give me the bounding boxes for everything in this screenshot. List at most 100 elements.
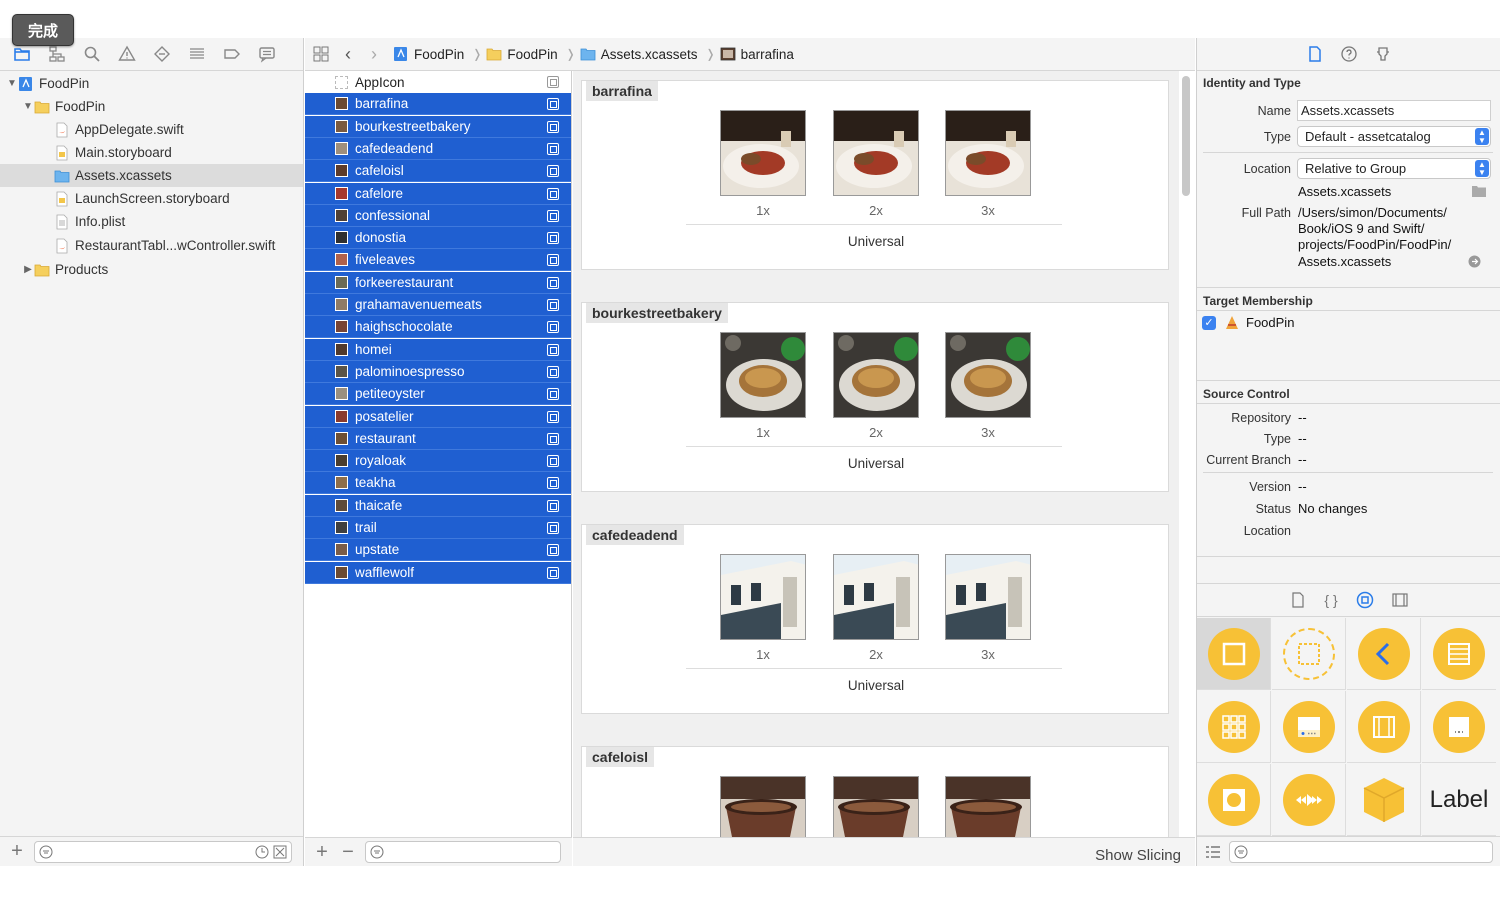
location-select[interactable]: Relative to Group ▲ ▼ xyxy=(1297,158,1491,179)
asset-list-item[interactable]: fiveleaves xyxy=(305,249,571,272)
related-items-icon[interactable] xyxy=(313,46,329,62)
asset-list-item[interactable]: posatelier xyxy=(305,405,571,428)
back-chevron-icon[interactable]: ‹ xyxy=(345,44,351,65)
asset-list-item[interactable]: haighschocolate xyxy=(305,316,571,339)
symbol-navigator-icon[interactable] xyxy=(47,44,67,64)
object-cube[interactable] xyxy=(1347,764,1421,836)
disclosure-open-icon[interactable]: ▼ xyxy=(22,101,34,112)
type-select[interactable]: Default - assetcatalog ▲ ▼ xyxy=(1297,126,1491,147)
reveal-arrow-icon[interactable] xyxy=(1468,255,1481,268)
asset-list-item[interactable]: homei xyxy=(305,338,571,361)
folder-reveal-icon[interactable] xyxy=(1471,184,1487,198)
tree-row-file[interactable]: RestaurantTabl...wController.swift xyxy=(0,234,303,257)
image-slot-2x[interactable] xyxy=(833,110,919,196)
tree-row-file[interactable]: LaunchScreen.storyboard xyxy=(0,187,303,210)
add-asset-button[interactable]: + xyxy=(313,841,331,864)
asset-list-item[interactable]: AppIcon xyxy=(305,71,571,93)
tree-row-file[interactable]: AppDelegate.swift xyxy=(0,118,303,141)
asset-list-item[interactable]: wafflewolf xyxy=(305,561,571,584)
done-button[interactable]: 完成 xyxy=(12,14,74,46)
asset-list-item[interactable]: confessional xyxy=(305,204,571,227)
search-icon[interactable] xyxy=(82,44,102,64)
navigator-filter-input[interactable] xyxy=(34,840,292,863)
tree-row-file[interactable]: Main.storyboard xyxy=(0,141,303,164)
tree-row-assets-selected[interactable]: Assets.xcassets xyxy=(0,164,303,187)
tab-bar-controller-object[interactable] xyxy=(1272,691,1346,763)
asset-list-item[interactable]: bourkestreetbakery xyxy=(305,115,571,138)
warning-icon[interactable] xyxy=(117,44,137,64)
image-slot-2x[interactable] xyxy=(833,332,919,418)
asset-list-item[interactable]: donostia xyxy=(305,227,571,250)
image-slot-3x[interactable] xyxy=(945,776,1031,837)
page-view-controller-object[interactable] xyxy=(1422,691,1496,763)
recent-files-icon[interactable] xyxy=(255,845,269,859)
tree-row-file[interactable]: Info.plist xyxy=(0,210,303,233)
asset-list-item[interactable]: thaicafe xyxy=(305,494,571,517)
disclosure-closed-icon[interactable]: ▶ xyxy=(22,264,34,275)
asset-list-item[interactable]: cafedeadend xyxy=(305,137,571,160)
detail-scrollbar[interactable] xyxy=(1182,76,1190,196)
view-controller-object[interactable] xyxy=(1197,618,1271,690)
asset-list-item[interactable]: trail xyxy=(305,517,571,539)
image-slot-1x[interactable] xyxy=(720,332,806,418)
navigation-controller-object[interactable] xyxy=(1347,618,1421,690)
name-field[interactable]: Assets.xcassets xyxy=(1297,100,1491,121)
image-slot-3x[interactable] xyxy=(945,554,1031,640)
identity-inspector-icon[interactable] xyxy=(1374,45,1392,63)
image-set-card[interactable]: barrafina 1x 2x 3x Universal xyxy=(581,80,1169,270)
image-set-card[interactable]: cafeloisl1x2x3xUniversal xyxy=(581,746,1169,837)
library-filter-input[interactable] xyxy=(1229,840,1493,863)
asset-list-item[interactable]: forkeerestaurant xyxy=(305,271,571,294)
breadcrumb-item[interactable]: barrafina xyxy=(720,46,794,62)
glkit-view-controller-object[interactable] xyxy=(1197,764,1271,836)
disclosure-open-icon[interactable]: ▼ xyxy=(6,78,18,89)
asset-list-item[interactable]: grahamavenuemeats xyxy=(305,294,571,316)
storyboard-reference-object[interactable] xyxy=(1272,618,1346,690)
asset-list-item[interactable]: cafeloisl xyxy=(305,160,571,183)
asset-list-item[interactable]: teakha xyxy=(305,472,571,495)
breakpoint-icon[interactable] xyxy=(222,44,242,64)
asset-filter-input[interactable] xyxy=(365,841,561,863)
remove-asset-button[interactable]: − xyxy=(339,841,357,864)
image-slot-2x[interactable] xyxy=(833,554,919,640)
asset-list-item[interactable]: cafelore xyxy=(305,182,571,205)
object-library-icon[interactable] xyxy=(1356,591,1374,609)
image-slot-3x[interactable] xyxy=(945,110,1031,196)
tree-row-group-foodpin[interactable]: ▼ FoodPin xyxy=(0,95,303,118)
asset-list-item[interactable]: petiteoyster xyxy=(305,383,571,406)
file-template-icon[interactable] xyxy=(1290,592,1306,608)
show-slicing-button[interactable]: Show Slicing xyxy=(1095,847,1181,864)
target-checkbox[interactable]: ✓ xyxy=(1202,316,1216,330)
debug-icon[interactable] xyxy=(187,44,207,64)
asset-list-item[interactable]: palominoespresso xyxy=(305,360,571,383)
folder-navigator-icon[interactable] xyxy=(12,44,32,64)
scm-filter-icon[interactable] xyxy=(273,845,287,859)
image-slot-1x[interactable] xyxy=(720,776,806,837)
breadcrumb-item[interactable]: FoodPin xyxy=(486,46,558,62)
image-slot-2x[interactable] xyxy=(833,776,919,837)
forward-chevron-icon[interactable]: › xyxy=(371,44,377,65)
asset-list-item[interactable]: upstate xyxy=(305,539,571,562)
avkit-player-object[interactable] xyxy=(1272,764,1346,836)
media-library-icon[interactable] xyxy=(1392,592,1408,608)
add-file-button[interactable]: + xyxy=(8,840,26,863)
image-slot-1x[interactable] xyxy=(720,554,806,640)
asset-list-item[interactable]: barrafina xyxy=(305,93,571,116)
tree-row-project[interactable]: ▼ FoodPin xyxy=(0,72,303,95)
file-inspector-icon[interactable] xyxy=(1306,45,1324,63)
quick-help-icon[interactable] xyxy=(1340,45,1358,63)
table-view-controller-object[interactable] xyxy=(1422,618,1496,690)
image-slot-1x[interactable] xyxy=(720,110,806,196)
label-object[interactable]: Label xyxy=(1422,764,1496,836)
image-slot-3x[interactable] xyxy=(945,332,1031,418)
split-view-controller-object[interactable] xyxy=(1347,691,1421,763)
code-snippet-icon[interactable]: { } xyxy=(1324,592,1337,608)
tree-row-group-products[interactable]: ▶ Products xyxy=(0,258,303,281)
collection-view-controller-object[interactable] xyxy=(1197,691,1271,763)
report-icon[interactable] xyxy=(257,44,277,64)
breadcrumb-item[interactable]: FoodPin xyxy=(393,46,464,62)
breadcrumb-item[interactable]: Assets.xcassets xyxy=(580,46,698,62)
asset-list-item[interactable]: restaurant xyxy=(305,427,571,450)
image-set-card[interactable]: cafedeadend 1x 2x 3x Universal xyxy=(581,524,1169,714)
test-diamond-icon[interactable] xyxy=(152,44,172,64)
